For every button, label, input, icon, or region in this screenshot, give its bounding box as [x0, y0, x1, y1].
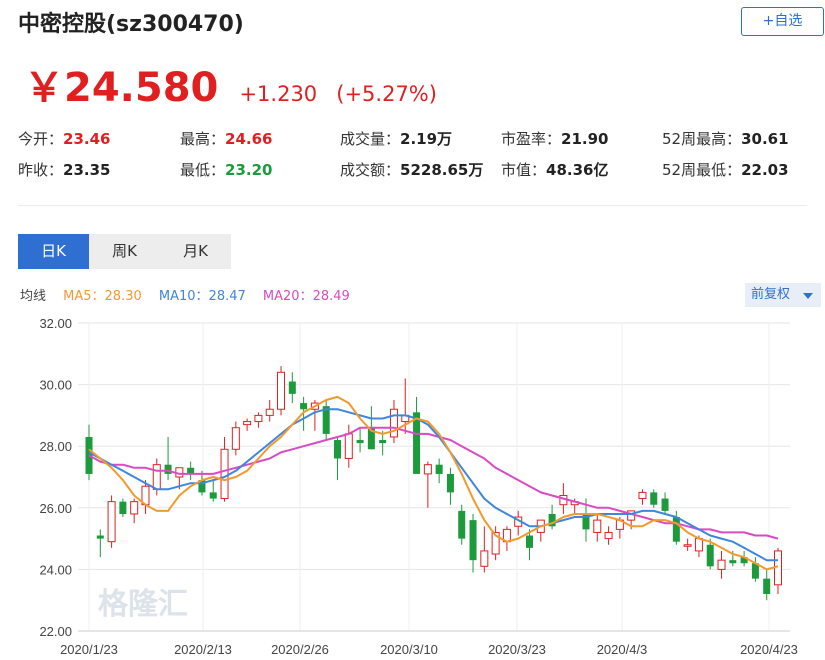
candle-up — [593, 519, 602, 533]
candle-down — [288, 381, 296, 394]
candle-down — [763, 578, 771, 595]
watermark-text: 格隆汇 — [98, 587, 188, 622]
candle-down — [672, 517, 680, 542]
kline-chart: 格隆汇 32.00 30.00 28.00 26.00 24.00 22.00 2020/1… — [39, 316, 798, 657]
candle-down — [119, 501, 127, 514]
y-tick-label: 30.00 — [39, 378, 72, 393]
candle-down — [446, 473, 454, 493]
candle-up — [683, 544, 692, 547]
candle-up — [717, 559, 726, 570]
chart-grid — [78, 322, 790, 632]
x-tick-label: 2020/4/23 — [740, 642, 798, 657]
candle-down — [729, 560, 737, 564]
y-tick-label: 22.00 — [39, 624, 72, 639]
candle-down — [413, 412, 421, 474]
ma-lines — [88, 395, 779, 571]
candle-down — [469, 520, 477, 561]
candle-up — [694, 538, 703, 552]
candle-up — [389, 408, 398, 438]
candle-up — [254, 414, 263, 423]
candle-up — [480, 550, 489, 567]
candle-up — [638, 491, 647, 500]
y-tick-label: 32.00 — [39, 316, 72, 331]
x-tick-label: 2020/2/26 — [271, 642, 329, 657]
candle-up — [344, 433, 353, 460]
candle-down — [164, 464, 172, 474]
candle-down — [650, 492, 658, 505]
x-tick-label: 2020/3/10 — [380, 642, 438, 657]
x-tick-label: 2020/3/23 — [488, 642, 546, 657]
candle-down — [706, 544, 714, 567]
candle-down — [661, 498, 669, 511]
candle-up — [107, 501, 116, 543]
candle-up — [220, 448, 229, 500]
x-tick-label: 2020/1/23 — [60, 642, 118, 657]
candle-down — [526, 535, 534, 548]
x-tick-label: 2020/4/3 — [597, 642, 648, 657]
candle-up — [231, 427, 240, 450]
y-tick-label: 26.00 — [39, 501, 72, 516]
y-tick-label: 24.00 — [39, 562, 72, 577]
candle-down — [209, 492, 217, 499]
candle-up — [277, 371, 286, 410]
candle-down — [96, 535, 104, 539]
candle-down — [435, 464, 443, 474]
candle-up — [265, 408, 274, 416]
candle-down — [333, 440, 341, 459]
candle-up — [152, 464, 161, 490]
candle-down — [458, 510, 466, 539]
candle-down — [300, 403, 308, 410]
candle-up — [130, 501, 139, 515]
candle-down — [379, 440, 387, 444]
y-tick-label: 28.00 — [39, 439, 72, 454]
candle-down — [356, 440, 364, 444]
candle-up — [604, 531, 613, 540]
x-tick-label: 2020/2/13 — [174, 642, 232, 657]
candle-up — [243, 421, 252, 426]
candle-up — [423, 464, 432, 475]
